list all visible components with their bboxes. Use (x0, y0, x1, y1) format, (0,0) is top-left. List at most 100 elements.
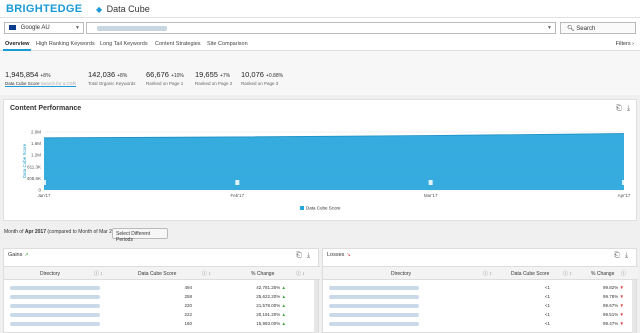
content-performance-card: Content Performance ⎗ ⤓ 2.0M 1.6M 1.2M 811.… (3, 99, 637, 221)
table-row[interactable]: <1 99.67% ▼ (323, 302, 638, 310)
directory-link[interactable] (10, 295, 100, 299)
table-row[interactable]: 222 20,191.20% ▲ (4, 311, 320, 319)
kpi-label: Data Cube Score (5, 81, 40, 86)
search-icon: 🔍︎ (567, 26, 575, 32)
trend-down-icon: ↘ (346, 252, 351, 258)
kpi-change: +8% (40, 73, 51, 79)
x-tick-label: Jan'17 (37, 193, 51, 198)
directory-link[interactable] (329, 313, 419, 317)
flag-icon (9, 25, 16, 30)
col-data-cube-score[interactable]: Data Cube Score (511, 271, 549, 277)
y-tick-label: 408.6K (27, 176, 41, 181)
col-percent-change[interactable]: % Change (591, 271, 614, 277)
arrow-down-icon: ▼ (619, 303, 624, 308)
kpi-data-cube-score[interactable]: 1,945,854 +8% Data Cube Score Search for … (5, 70, 76, 86)
info-icon[interactable]: ⓘ ↕ (202, 270, 211, 277)
search-button[interactable]: 🔍︎ Search (560, 22, 636, 34)
brand-logo[interactable]: BRIGHTEDGE (6, 3, 82, 15)
x-tick-label: Mar'17 (424, 193, 438, 198)
directory-link[interactable] (329, 304, 419, 308)
kpi-total-organic-keywords[interactable]: 142,036 +8% Total Organic Keywords (88, 70, 136, 86)
directory-link[interactable] (10, 313, 100, 317)
data-point-marker (235, 180, 240, 185)
export-icon[interactable]: ⎗ (614, 252, 620, 260)
scrollbar[interactable] (314, 280, 318, 333)
export-icon[interactable]: ⎗ (296, 252, 302, 260)
app-title: ◆ Data Cube (96, 4, 150, 14)
kpi-value: 19,655 (195, 70, 218, 79)
filters-label: Filters (615, 41, 631, 47)
directory-link[interactable] (329, 322, 419, 326)
app-title-text: Data Cube (106, 4, 150, 14)
info-icon[interactable]: ⓘ ↕ (296, 270, 305, 277)
y-axis-label: Data Cube Score (22, 143, 27, 178)
table-row[interactable]: 160 15,993.00% ▲ (4, 320, 320, 328)
table-row[interactable]: 220 21,578.00% ▲ (4, 302, 320, 310)
panel-title: Gains ↗ (8, 252, 29, 258)
period-prefix: Month of (4, 229, 25, 235)
score-cell: 220 (184, 303, 192, 308)
table-row[interactable]: <1 99.51% ▼ (323, 311, 638, 319)
col-directory[interactable]: Directory (40, 271, 60, 277)
arrow-down-icon: ▼ (619, 285, 624, 290)
tab-site-comparison[interactable]: Site Comparison (207, 41, 248, 47)
table-row[interactable]: 494 42,781.25% ▲ (4, 284, 320, 292)
domain-input[interactable]: ▼ (86, 22, 556, 34)
tab-high-ranking-keywords[interactable]: High Ranking Keywords (36, 41, 95, 47)
table-row[interactable]: <1 99.78% ▼ (323, 293, 638, 301)
info-icon[interactable]: ⓘ (621, 270, 626, 277)
kpi-ranked-page-3[interactable]: 10,076 +0.88% Ranked on Page 3 (241, 70, 283, 86)
kpi-value: 10,076 (241, 70, 264, 79)
kpi-change: +7% (219, 73, 231, 79)
info-icon[interactable]: ⓘ ↕ (563, 270, 572, 277)
legend-swatch (300, 206, 304, 210)
directory-link[interactable] (10, 304, 100, 308)
score-cell: 160 (184, 321, 192, 326)
col-percent-change[interactable]: % Change (251, 271, 274, 277)
y-tick-label: 1.6M (31, 141, 41, 146)
period-month: Apr 2017 (24, 229, 46, 235)
table-header: Directory ⓘ ↕ Data Cube Score ⓘ ↕ % Chan… (323, 266, 638, 280)
kpi-ranked-page-1[interactable]: 66,676 +10% Ranked on Page 1 (146, 70, 184, 86)
change-cell: 25,622.20% ▲ (256, 294, 286, 299)
chevron-right-icon: › (632, 41, 634, 47)
change-value: 99.78% (603, 294, 619, 299)
period-text: Month of Apr 2017 (compared to Month of … (4, 229, 122, 235)
data-point-marker (428, 180, 433, 185)
directory-link[interactable] (10, 286, 100, 290)
directory-link[interactable] (329, 286, 419, 290)
chevron-down-icon: ▼ (75, 25, 80, 31)
change-value: 20,191.20% (256, 312, 281, 317)
info-icon[interactable]: ⓘ ↕ (483, 270, 492, 277)
y-tick-label: 1.2M (31, 153, 41, 158)
download-icon[interactable]: ⤓ (307, 252, 310, 260)
tab-content-strategies[interactable]: Content Strategies (155, 41, 201, 47)
tab-bar: Overview High Ranking Keywords Long Tail… (0, 38, 640, 51)
legend-label: Data Cube Score (306, 206, 341, 211)
panel-title: Losses ↘ (327, 252, 351, 258)
directory-link[interactable] (10, 322, 100, 326)
arrow-up-icon: ▲ (281, 303, 286, 308)
table-row[interactable]: 258 25,622.20% ▲ (4, 293, 320, 301)
info-icon[interactable]: ⓘ ↕ (94, 270, 103, 277)
scrollbar[interactable] (632, 280, 636, 333)
col-directory[interactable]: Directory (391, 271, 411, 277)
location-select[interactable]: Google AU ▼ (4, 22, 84, 34)
col-data-cube-score[interactable]: Data Cube Score (138, 271, 176, 277)
download-icon[interactable]: ⤓ (625, 252, 628, 260)
change-value: 21,578.00% (256, 303, 281, 308)
table-row[interactable]: <1 99.82% ▼ (323, 284, 638, 292)
tab-overview[interactable]: Overview (2, 41, 32, 51)
table-row[interactable]: <1 99.47% ▼ (323, 320, 638, 328)
filters-button[interactable]: Filters › (616, 41, 634, 47)
score-cell: 222 (184, 312, 192, 317)
directory-link[interactable] (329, 295, 419, 299)
gains-panel: Gains ↗ ⎗ ⤓ Directory ⓘ ↕ Data Cube Score… (3, 248, 320, 333)
change-cell: 99.47% ▼ (603, 321, 624, 326)
change-value: 99.67% (603, 303, 619, 308)
kpi-sublabel[interactable]: Search for a CSR (41, 81, 76, 86)
select-periods-button[interactable]: Select Different Periods (112, 228, 168, 243)
kpi-ranked-page-2[interactable]: 19,655 +7% Ranked on Page 2 (195, 70, 232, 86)
y-tick-label: 0 (38, 188, 41, 193)
tab-long-tail-keywords[interactable]: Long Tail Keywords (100, 41, 148, 47)
